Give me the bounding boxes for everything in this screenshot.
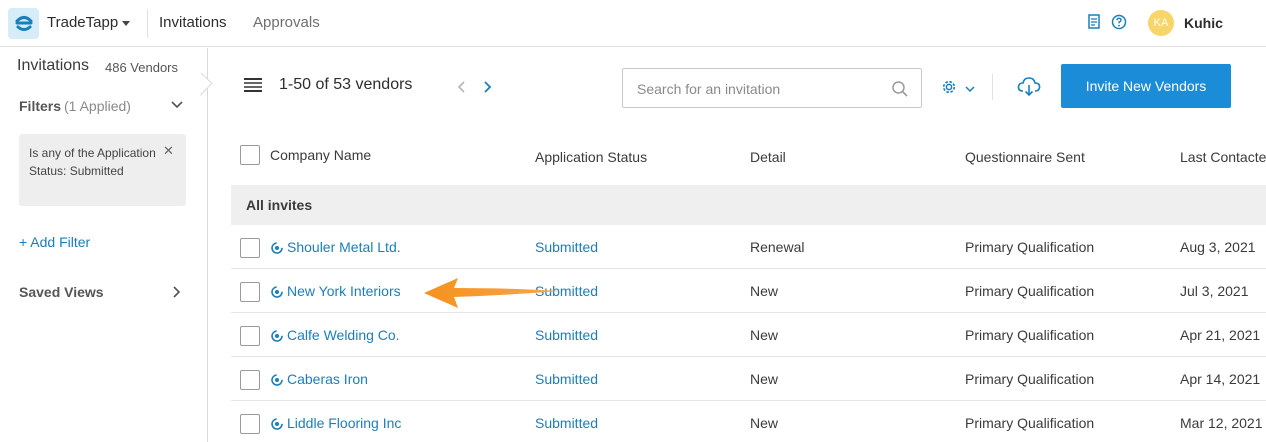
detail-cell: New xyxy=(750,283,779,299)
chevron-right-icon[interactable] xyxy=(171,285,181,304)
status-link[interactable]: Submitted xyxy=(535,371,598,387)
column-header-status[interactable]: Application Status xyxy=(535,149,647,165)
column-header-company[interactable]: Company Name xyxy=(270,147,371,163)
group-label: All invites xyxy=(246,197,313,213)
column-header-questionnaire[interactable]: Questionnaire Sent xyxy=(965,149,1085,165)
row-checkbox[interactable] xyxy=(240,370,260,390)
divider xyxy=(992,74,993,100)
status-link[interactable]: Submitted xyxy=(535,239,598,255)
last-contacted-cell: Apr 14, 2021 xyxy=(1180,371,1261,387)
last-contacted-cell: Mar 12, 2021 xyxy=(1180,415,1263,431)
status-link[interactable]: Submitted xyxy=(535,327,598,343)
hamburger-icon[interactable] xyxy=(244,78,262,97)
tradetapp-logo-icon[interactable] xyxy=(8,8,39,39)
table-row[interactable]: Shouler Metal Ltd. Submitted Renewal Pri… xyxy=(231,225,1266,269)
company-link[interactable]: Calfe Welding Co. xyxy=(287,327,400,343)
questionnaire-cell: Primary Qualification xyxy=(965,327,1095,343)
vendor-status-icon xyxy=(271,285,283,303)
nav-invitations[interactable]: Invitations xyxy=(159,14,227,31)
help-icon[interactable] xyxy=(1111,14,1127,35)
top-bar: TradeTapp Invitations Approvals KA Kuhic xyxy=(0,0,1266,47)
invite-new-vendors-button[interactable]: Invite New Vendors xyxy=(1061,64,1231,108)
company-link[interactable]: Caberas Iron xyxy=(287,371,368,387)
last-contacted-cell: Apr 21, 2021 xyxy=(1180,327,1261,343)
close-icon[interactable]: ✕ xyxy=(163,143,174,159)
user-name[interactable]: Kuhic xyxy=(1184,15,1223,31)
divider xyxy=(147,9,148,38)
questionnaire-cell: Primary Qualification xyxy=(965,415,1095,431)
column-header-last-contacted[interactable]: Last Contacted xyxy=(1180,149,1266,165)
pagination-range: 1-50 of 53 vendors xyxy=(279,76,413,93)
table-row[interactable]: Liddle Flooring Inc Submitted New Primar… xyxy=(231,401,1266,442)
vendor-count: 486 Vendors xyxy=(105,60,179,75)
row-checkbox[interactable] xyxy=(240,238,260,258)
gear-icon[interactable] xyxy=(940,78,958,101)
group-row: All invites xyxy=(231,185,1266,225)
row-checkbox[interactable] xyxy=(240,414,260,434)
vendor-status-icon xyxy=(271,373,283,391)
table-row[interactable]: Calfe Welding Co. Submitted New Primary … xyxy=(231,313,1266,357)
company-link[interactable]: Shouler Metal Ltd. xyxy=(287,239,401,255)
vendor-status-icon xyxy=(271,241,283,259)
document-icon[interactable] xyxy=(1087,14,1101,35)
sidebar-collapse-notch[interactable] xyxy=(200,73,216,99)
filter-sidebar: Invitations 486 Vendors Filters (1 Appli… xyxy=(0,48,208,442)
company-link[interactable]: Liddle Flooring Inc xyxy=(287,415,401,431)
next-page-icon[interactable] xyxy=(482,80,492,99)
filter-chip: Is any of the Application Status: Submit… xyxy=(19,134,186,206)
nav-approvals[interactable]: Approvals xyxy=(253,14,320,31)
vendor-status-icon xyxy=(271,329,283,347)
add-filter-link[interactable]: + Add Filter xyxy=(19,234,90,250)
chevron-down-icon[interactable] xyxy=(170,98,184,116)
table-row[interactable]: Caberas Iron Submitted New Primary Quali… xyxy=(231,357,1266,401)
filters-toggle[interactable]: Filters xyxy=(19,98,61,114)
avatar[interactable]: KA xyxy=(1148,10,1174,36)
row-checkbox[interactable] xyxy=(240,326,260,346)
column-header-detail[interactable]: Detail xyxy=(750,149,786,165)
select-all-checkbox[interactable] xyxy=(240,145,260,165)
app-switcher-caret-icon[interactable] xyxy=(122,21,130,26)
last-contacted-cell: Jul 3, 2021 xyxy=(1180,283,1249,299)
filters-applied-count: (1 Applied) xyxy=(64,98,131,114)
status-link[interactable]: Submitted xyxy=(535,415,598,431)
cloud-download-icon[interactable] xyxy=(1017,76,1041,103)
annotation-arrow-icon xyxy=(424,278,560,308)
questionnaire-cell: Primary Qualification xyxy=(965,239,1095,255)
questionnaire-cell: Primary Qualification xyxy=(965,371,1095,387)
company-link[interactable]: New York Interiors xyxy=(287,283,401,299)
chevron-down-icon[interactable] xyxy=(964,82,976,100)
prev-page-icon[interactable] xyxy=(457,80,467,99)
detail-cell: New xyxy=(750,415,779,431)
filter-chip-text: Is any of the Application Status: Submit… xyxy=(29,146,156,178)
search-icon[interactable] xyxy=(891,80,909,103)
sidebar-title: Invitations xyxy=(17,57,90,74)
last-contacted-cell: Aug 3, 2021 xyxy=(1180,239,1256,255)
saved-views-toggle[interactable]: Saved Views xyxy=(19,284,104,300)
search-input[interactable] xyxy=(637,79,877,99)
row-checkbox[interactable] xyxy=(240,282,260,302)
detail-cell: New xyxy=(750,327,779,343)
detail-cell: Renewal xyxy=(750,239,805,255)
vendor-status-icon xyxy=(271,417,283,435)
detail-cell: New xyxy=(750,371,779,387)
app-name[interactable]: TradeTapp xyxy=(47,14,118,31)
search-box[interactable] xyxy=(622,68,922,108)
table-row[interactable]: New York Interiors Submitted New Primary… xyxy=(231,269,1266,313)
questionnaire-cell: Primary Qualification xyxy=(965,283,1095,299)
